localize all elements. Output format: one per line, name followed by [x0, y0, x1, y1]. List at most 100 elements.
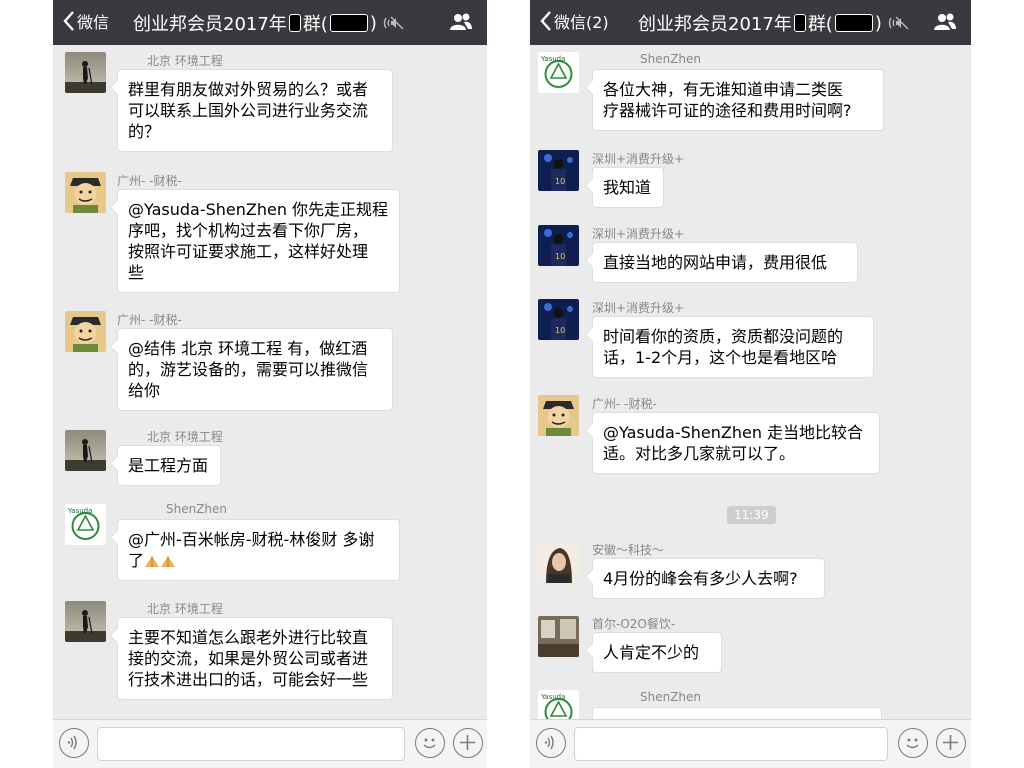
back-label: 微信 — [77, 13, 110, 32]
hiker-avatar-icon — [65, 601, 106, 642]
hiker-avatar-icon — [65, 52, 106, 93]
voice-icon — [67, 735, 77, 750]
avatar[interactable]: Yasuda — [538, 52, 579, 93]
avatar[interactable] — [65, 430, 106, 471]
voice-button[interactable] — [59, 728, 89, 758]
chat-title-close: ) — [369, 12, 377, 34]
cartoon-face-avatar-icon — [65, 172, 106, 213]
redaction-block — [288, 14, 301, 32]
sender-name: 广州- -财税- — [117, 313, 182, 327]
smiley-icon — [906, 738, 919, 749]
yasuda-logo-avatar-icon: Yasuda — [538, 690, 579, 720]
back-button[interactable]: 微信(2) — [540, 9, 609, 33]
message-bubble[interactable]: 人肯定不少的 — [592, 632, 722, 673]
avatar[interactable] — [65, 601, 106, 642]
message-bubble[interactable]: 主要不知道怎么跟老外进行比较直 接的交流，如果是外贸公司或者进 行技术进出口的话… — [117, 617, 393, 700]
svg-text:10: 10 — [555, 177, 565, 186]
sender-name: 深圳+消费升级+ — [592, 301, 685, 315]
sender-name: 深圳+消费升级+ — [592, 152, 685, 166]
sender-name: ShenZhen — [166, 502, 228, 516]
message-bubble[interactable]: 是工程方面 — [117, 445, 221, 486]
chat-title-group: 群( — [807, 14, 833, 35]
chevron-left-icon — [540, 11, 551, 31]
svg-text:Yasuda: Yasuda — [540, 55, 565, 63]
message-bubble[interactable]: 群里有朋友做对外贸易的么？或者 可以联系上国外公司进行业务交流 的？ — [117, 69, 393, 152]
cartoon-face-avatar-icon — [65, 311, 106, 352]
message-bubble[interactable]: 我知道 — [592, 167, 664, 208]
hiker-avatar-icon — [65, 430, 106, 471]
avatar[interactable] — [65, 172, 106, 213]
redaction-block — [793, 14, 806, 32]
chat-navbar: 微信 创业邦会员2017年 群( ) — [53, 0, 487, 45]
message-bubble[interactable]: 直接当地的网站申请，费用很低 — [592, 242, 858, 283]
avatar[interactable] — [65, 311, 106, 352]
chat-title: 创业邦会员2017年 群( ) — [638, 10, 910, 36]
sender-name: 首尔-O2O餐饮- — [592, 617, 676, 631]
more-button[interactable] — [936, 728, 966, 758]
svg-text:Yasuda: Yasuda — [540, 693, 565, 701]
message-list: Yasuda ShenZhen 各位大神，有无谁知道申请二类医 疗器械许可证的途… — [530, 45, 971, 720]
avatar[interactable] — [538, 616, 579, 657]
voice-icon — [544, 735, 554, 750]
avatar[interactable]: Yasuda — [65, 504, 106, 545]
emoji-button[interactable] — [898, 728, 928, 758]
group-members-icon[interactable] — [449, 12, 473, 32]
yasuda-logo-avatar-icon: Yasuda — [538, 52, 579, 93]
yasuda-logo-avatar-icon: Yasuda — [65, 504, 106, 545]
message-bubble[interactable]: @Yasuda-ShenZhen 你先走正规程 序吧，找个机构过去看下你厂房， … — [117, 189, 400, 293]
sender-name: 广州- -财税- — [117, 174, 182, 188]
message-input[interactable] — [574, 727, 888, 761]
sender-name: 北京 环境工程 — [147, 430, 223, 444]
input-bar — [530, 719, 971, 768]
avatar[interactable] — [538, 542, 579, 583]
svg-text:Yasuda: Yasuda — [67, 507, 92, 515]
soccer-player-avatar-icon: 10 — [538, 225, 579, 266]
chat-screen-right: 微信(2) 创业邦会员2017年 群( ) Yasuda ShenZhen 各位… — [530, 0, 971, 768]
chat-title-close: ) — [874, 12, 882, 34]
sender-name: 北京 环境工程 — [147, 602, 223, 616]
timestamp: 11:39 — [727, 506, 776, 524]
mute-icon — [383, 16, 404, 30]
chat-screen-left: 微信 创业邦会员2017年 群( ) 北京 环境工程 群里有朋友做对外贸易的么？… — [53, 0, 487, 768]
sender-name: ShenZhen — [640, 52, 702, 66]
message-bubble[interactable]: 各位大神，有无谁知道申请二类医 疗器械许可证的途径和费用时间啊? — [592, 69, 884, 131]
chat-title-group: 群( — [302, 14, 328, 35]
avatar[interactable]: 10 — [538, 299, 579, 340]
avatar[interactable] — [538, 395, 579, 436]
chat-title-text: 创业邦会员2017年 — [638, 14, 792, 35]
message-bubble[interactable]: @广州-百米帐房-财税-林俊财 多谢 了 — [117, 519, 400, 581]
group-members-icon[interactable] — [933, 12, 957, 32]
back-label: 微信(2) — [554, 13, 609, 32]
chevron-left-icon — [63, 11, 74, 31]
avatar[interactable]: 10 — [538, 150, 579, 191]
chat-title-text: 创业邦会员2017年 — [133, 14, 287, 35]
sender-name: 广州- -财税- — [592, 397, 657, 411]
more-button[interactable] — [453, 728, 483, 758]
svg-text:10: 10 — [555, 252, 565, 261]
woman-photo-avatar-icon — [538, 542, 579, 583]
soccer-player-avatar-icon: 10 — [538, 299, 579, 340]
avatar[interactable]: Yasuda — [538, 690, 579, 720]
message-list: 北京 环境工程 群里有朋友做对外贸易的么？或者 可以联系上国外公司进行业务交流 … — [53, 45, 487, 720]
cartoon-face-avatar-icon — [538, 395, 579, 436]
sender-name: 安徽～科技～ — [592, 543, 665, 557]
plus-icon — [943, 735, 958, 750]
smiley-icon — [423, 738, 436, 749]
svg-text:10: 10 — [555, 326, 565, 335]
message-bubble[interactable]: 4月份的峰会有多少人去啊? — [592, 558, 825, 599]
redaction-block — [329, 14, 368, 32]
message-bubble[interactable]: 时间看你的资质，资质都没问题的 话，1-2个月，这个也是看地区哈 — [592, 316, 874, 378]
avatar[interactable]: 10 — [538, 225, 579, 266]
thanks-hands-emoji-icon — [161, 556, 176, 567]
voice-button[interactable] — [536, 728, 566, 758]
message-bubble[interactable]: @Yasuda-ShenZhen 走当地比较合 适。对比多几家就可以了。 — [592, 412, 880, 474]
input-bar — [53, 719, 487, 768]
emoji-button[interactable] — [415, 728, 445, 758]
message-input[interactable] — [97, 727, 405, 761]
message-bubble[interactable]: @结伟 北京 环境工程 有，做红酒 的，游艺设备的，需要可以推微信 给你 — [117, 328, 393, 411]
chat-navbar: 微信(2) 创业邦会员2017年 群( ) — [530, 0, 971, 45]
room-photo-avatar-icon — [538, 616, 579, 657]
avatar[interactable] — [65, 52, 106, 93]
back-button[interactable]: 微信 — [63, 9, 109, 33]
soccer-player-avatar-icon: 10 — [538, 150, 579, 191]
